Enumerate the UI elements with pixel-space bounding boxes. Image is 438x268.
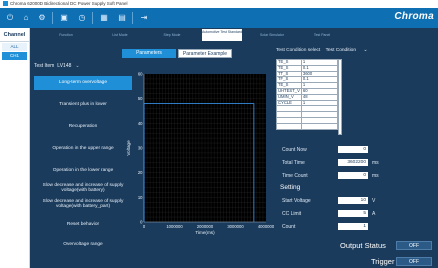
count-label: Count — [282, 224, 296, 230]
y-tick-label: 20 — [138, 170, 143, 175]
settings-icon[interactable]: ⚙ — [36, 12, 48, 24]
test-item-value: LV148 — [57, 63, 72, 69]
output-status-label: Output Status — [340, 241, 386, 250]
window-title: Chroma 62000D Bidirectional DC Power Sup… — [10, 1, 128, 6]
y-tick-label: 50 — [138, 96, 143, 101]
tab-function[interactable]: Function — [46, 31, 86, 39]
time-count-unit: ms — [372, 173, 379, 179]
x-axis-label: Time(ms) — [195, 230, 215, 235]
setting-title: Setting — [280, 184, 301, 191]
test-condition-scrollbar[interactable] — [338, 59, 342, 135]
x-tick-label: 2000000 — [197, 224, 214, 229]
condition-value[interactable] — [300, 122, 339, 130]
total-time-label: Total Time — [282, 160, 305, 166]
start-voltage-unit: V — [372, 198, 376, 204]
app-icon — [3, 1, 8, 7]
test-list-item[interactable]: Operation in the upper range — [34, 142, 132, 156]
toolbar-separator — [52, 12, 53, 24]
count-now-value: 0 — [338, 146, 368, 153]
home-icon[interactable]: ⌂ — [20, 12, 32, 24]
cc-limit-input[interactable]: 5 — [338, 210, 368, 217]
window-titlebar: Chroma 62000D Bidirectional DC Power Sup… — [0, 0, 438, 8]
tab-automotive-test-standard[interactable]: Automotive Test Standard — [202, 29, 242, 41]
channel-panel: Channel ALL CH1 — [0, 28, 30, 268]
channel-item-all[interactable]: ALL — [2, 43, 27, 51]
trigger-label: Trigger — [371, 257, 395, 266]
x-tick-label: 4000000 — [258, 224, 274, 229]
count-input[interactable]: 1 — [338, 223, 368, 230]
table-icon[interactable]: ▤ — [116, 12, 128, 24]
test-list-item[interactable]: Reset behavior — [34, 218, 132, 232]
y-tick-label: 40 — [138, 121, 143, 126]
test-condition-value: Test Condition — [325, 48, 357, 53]
total-time-row: Total Time 3602200 ms — [282, 159, 379, 166]
cc-limit-row: CC Limit 5 A — [282, 210, 375, 217]
mode-tabs: Function List Mode Step Mode Automotive … — [30, 28, 438, 42]
brand-logo: Chroma — [394, 11, 434, 22]
x-tick-label: 0 — [143, 224, 146, 229]
test-list-item[interactable]: Transient plus in lower — [34, 98, 132, 112]
test-list-item[interactable]: Slow decrease and increase of supply vol… — [34, 196, 132, 212]
x-tick-label: 1000000 — [166, 224, 183, 229]
image-icon[interactable]: ▣ — [58, 12, 70, 24]
start-voltage-label: Start Voltage — [282, 198, 311, 204]
time-count-value: 0 — [338, 172, 368, 179]
start-voltage-input[interactable]: 10 — [338, 197, 368, 204]
test-list-item[interactable]: Operation in the lower range — [34, 164, 132, 178]
right-panel: Test Condition select Test Condition ⌄ T… — [274, 42, 438, 268]
main-panel: Parameters Parameter Example Test Item L… — [30, 42, 438, 268]
grid-icon[interactable]: ▦ — [98, 12, 110, 24]
cc-limit-unit: A — [372, 211, 376, 217]
count-row: Count 1 — [282, 223, 368, 230]
x-tick-label: 3000000 — [227, 224, 244, 229]
test-item-list: Test Item LV148 ⌄ Long-term overvoltage … — [34, 60, 132, 252]
test-list-item[interactable]: Overvoltage range — [34, 238, 132, 252]
test-condition-table: TE_S 1 TE_S 0.1 TT_S 3600 TF_S 0.1 TE_S 1 UHTEST_V… — [276, 59, 339, 130]
chevron-down-icon: ⌄ — [363, 48, 368, 53]
toolbar-separator — [132, 12, 133, 24]
tab-solar-simulator[interactable]: Solar Simulator — [252, 31, 292, 39]
y-tick-label: 60 — [138, 72, 143, 77]
time-count-row: Time Count 0 ms — [282, 172, 379, 179]
test-list-item[interactable]: Slow decrease and increase of supply vol… — [34, 180, 132, 196]
voltage-chart: 60 50 40 30 20 10 0 0 1000000 2000000 3000000 40000… — [124, 70, 274, 240]
start-voltage-row: Start Voltage 10 V — [282, 197, 375, 204]
total-time-unit: ms — [372, 160, 379, 166]
time-count-label: Time Count — [282, 173, 308, 179]
toolbar-separator — [92, 12, 93, 24]
tab-parameters[interactable]: Parameters — [122, 49, 176, 58]
y-tick-label: 30 — [138, 146, 143, 151]
test-condition-selector[interactable]: Test Condition select Test Condition ⌄ — [276, 48, 367, 53]
y-axis-label: Voltage — [126, 140, 131, 156]
clock-icon[interactable]: ◷ — [76, 12, 88, 24]
condition-key — [276, 122, 302, 130]
toolbar: ⏻ ⌂ ⚙ ▣ ◷ ▦ ▤ ⇥ Chroma — [0, 8, 438, 28]
output-status-button[interactable]: OFF — [396, 241, 432, 250]
tab-parameter-example[interactable]: Parameter Example — [178, 49, 232, 58]
test-list-item[interactable]: Long-term overvoltage — [34, 76, 132, 90]
tab-list-mode[interactable]: List Mode — [100, 31, 140, 39]
test-condition-label: Test Condition select — [276, 48, 321, 53]
power-icon[interactable]: ⏻ — [4, 12, 16, 24]
test-item-selector[interactable]: Test Item LV148 ⌄ — [34, 60, 132, 72]
count-now-label: Count Now — [282, 147, 307, 153]
cc-limit-label: CC Limit — [282, 211, 302, 217]
chevron-down-icon: ⌄ — [75, 63, 80, 69]
tab-step-mode[interactable]: Step Mode — [152, 31, 192, 39]
count-now-row: Count Now 0 — [282, 146, 368, 153]
exit-icon[interactable]: ⇥ — [138, 12, 150, 24]
channel-title: Channel — [0, 28, 29, 42]
test-list-item[interactable]: Recuperation — [34, 120, 132, 134]
chart-canvas: 60504030201000 1000000 2000000 3000000 40000… — [126, 72, 274, 236]
total-time-value: 3602200 — [338, 159, 368, 166]
channel-item-ch1[interactable]: CH1 — [2, 52, 27, 60]
y-tick-label: 10 — [138, 195, 143, 200]
tab-test-panel[interactable]: Test Panel — [302, 31, 342, 39]
trigger-button[interactable]: OFF — [396, 257, 432, 266]
test-item-label: Test Item — [34, 63, 55, 69]
table-row — [276, 122, 339, 130]
